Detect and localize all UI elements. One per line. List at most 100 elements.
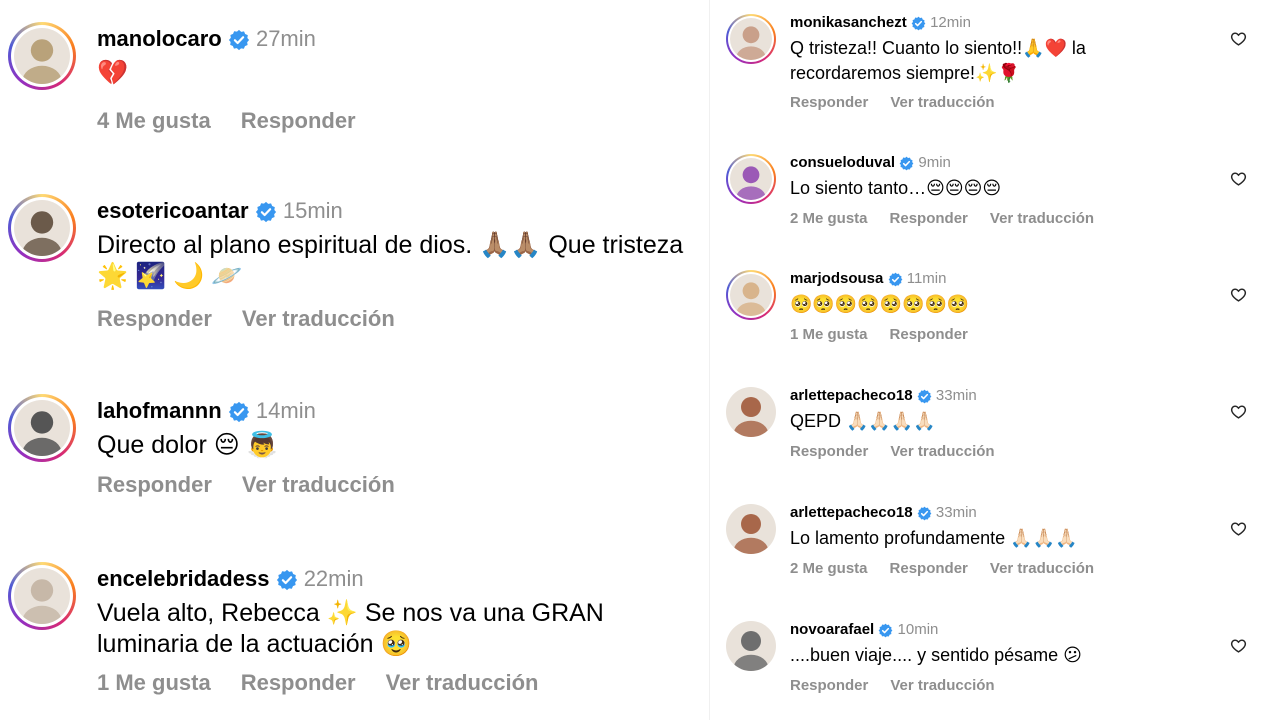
comment-timestamp: 33min (935, 504, 977, 521)
comment-actions: Responder Ver traducción (790, 94, 1017, 111)
reply-button[interactable]: Responder (790, 677, 868, 694)
like-heart-icon[interactable] (1230, 170, 1247, 192)
avatar[interactable] (8, 22, 76, 90)
reply-button[interactable]: Responder (890, 210, 968, 227)
comment-item: encelebridadess 22min Vuela alto, Rebecca… (0, 540, 720, 710)
verified-badge-icon (911, 16, 926, 31)
like-heart-icon[interactable] (1230, 520, 1247, 542)
avatar-image (14, 28, 70, 84)
comment-text: Que dolor 😔 👼 (97, 431, 278, 459)
avatar[interactable] (8, 562, 76, 630)
column-divider (709, 0, 710, 720)
comment-header: novoarafael 10min (790, 621, 938, 638)
avatar[interactable] (8, 394, 76, 462)
verified-badge-icon (276, 569, 298, 591)
see-translation-button[interactable]: Ver traducción (990, 560, 1094, 577)
avatar[interactable] (726, 270, 776, 320)
username-link[interactable]: encelebridadess (97, 566, 269, 591)
username-link[interactable]: monikasanchezt (790, 14, 907, 31)
see-translation-button[interactable]: Ver traducción (990, 210, 1094, 227)
avatar[interactable] (726, 387, 776, 437)
username-link[interactable]: arlettepacheco18 (790, 387, 913, 404)
comment-text: Vuela alto, Rebecca ✨ Se nos va una GRAN… (97, 599, 604, 658)
likes-count-link[interactable]: 1 Me gusta (790, 326, 868, 343)
comment-header: esotericoantar 15min (97, 198, 343, 224)
comment-item: monikasanchezt 12min Q tristeza!! Cuanto … (720, 0, 1280, 116)
verified-badge-icon (888, 272, 903, 287)
reply-button[interactable]: Responder (790, 443, 868, 460)
verified-badge-icon (255, 201, 277, 223)
comment-item: arlettepacheco18 33min Lo lamento profund… (720, 490, 1280, 606)
avatar-image (730, 158, 772, 200)
comment-header: monikasanchezt 12min (790, 14, 971, 31)
username-link[interactable]: marjodsousa (790, 270, 883, 287)
reply-button[interactable]: Responder (97, 306, 212, 331)
comment-header: consueloduval 9min (790, 154, 951, 171)
likes-count-link[interactable]: 2 Me gusta (790, 210, 868, 227)
comment-timestamp: 12min (930, 14, 971, 31)
verified-badge-icon (228, 401, 250, 423)
avatar-image (726, 504, 776, 554)
comment-actions: 1 Me gusta Responder Ver traducción (97, 670, 568, 696)
likes-count-link[interactable]: 1 Me gusta (97, 670, 211, 695)
username-link[interactable]: novoarafael (790, 621, 874, 638)
avatar-image (730, 18, 772, 60)
reply-button[interactable]: Responder (241, 108, 356, 133)
reply-button[interactable]: Responder (890, 326, 968, 343)
see-translation-button[interactable]: Ver traducción (890, 94, 994, 111)
reply-button[interactable]: Responder (97, 472, 212, 497)
comment-timestamp: 15min (282, 198, 343, 223)
comment-timestamp: 11min (906, 270, 947, 287)
avatar[interactable] (726, 504, 776, 554)
comment-text: Lo siento tanto…😔😔😔😔 (790, 178, 1002, 198)
see-translation-button[interactable]: Ver traducción (890, 677, 994, 694)
avatar[interactable] (726, 154, 776, 204)
like-heart-icon[interactable] (1230, 637, 1247, 659)
comment-actions: Responder Ver traducción (97, 472, 425, 498)
comment-text: Lo lamento profundamente 🙏🏻🙏🏻🙏🏻 (790, 528, 1078, 548)
username-link[interactable]: arlettepacheco18 (790, 504, 913, 521)
username-link[interactable]: lahofmannn (97, 398, 222, 423)
comment-item: manolocaro 27min 💔 4 Me gusta Responder (0, 0, 720, 170)
reply-button[interactable]: Responder (790, 94, 868, 111)
see-translation-button[interactable]: Ver traducción (890, 443, 994, 460)
see-translation-button[interactable]: Ver traducción (386, 670, 539, 695)
verified-badge-icon (899, 156, 914, 171)
avatar-image (730, 274, 772, 316)
avatar[interactable] (726, 14, 776, 64)
comment-actions: Responder Ver traducción (790, 677, 1017, 694)
comment-actions: 2 Me gusta Responder Ver traducción (790, 210, 1116, 227)
left-comment-column: manolocaro 27min 💔 4 Me gusta Responder esot… (0, 0, 720, 720)
username-link[interactable]: manolocaro (97, 26, 222, 51)
comment-actions: Responder Ver traducción (97, 306, 425, 332)
comment-text: Q tristeza!! Cuanto lo siento!!🙏❤️ la re… (790, 38, 1086, 83)
likes-count-link[interactable]: 4 Me gusta (97, 108, 211, 133)
comment-item: consueloduval 9min Lo siento tanto…😔😔😔😔 2 … (720, 140, 1280, 256)
see-translation-button[interactable]: Ver traducción (242, 306, 395, 331)
comment-header: arlettepacheco18 33min (790, 504, 977, 521)
comment-timestamp: 10min (897, 621, 939, 638)
comment-timestamp: 33min (935, 387, 977, 404)
avatar[interactable] (726, 621, 776, 671)
comment-actions: 2 Me gusta Responder Ver traducción (790, 560, 1116, 577)
comment-actions: 1 Me gusta Responder (790, 326, 990, 343)
comment-text: QEPD 🙏🏻🙏🏻🙏🏻🙏🏻 (790, 411, 936, 431)
username-link[interactable]: esotericoantar (97, 198, 249, 223)
reply-button[interactable]: Responder (241, 670, 356, 695)
comment-header: arlettepacheco18 33min (790, 387, 977, 404)
avatar-image (14, 400, 70, 456)
comment-text: Directo al plano espiritual de dios. 🙏🏽🙏… (97, 231, 684, 290)
comment-actions: 4 Me gusta Responder (97, 108, 386, 134)
reply-button[interactable]: Responder (890, 560, 968, 577)
see-translation-button[interactable]: Ver traducción (242, 472, 395, 497)
like-heart-icon[interactable] (1230, 30, 1247, 52)
likes-count-link[interactable]: 2 Me gusta (790, 560, 868, 577)
like-heart-icon[interactable] (1230, 403, 1247, 425)
comment-header: manolocaro 27min (97, 26, 316, 52)
avatar[interactable] (8, 194, 76, 262)
verified-badge-icon (917, 506, 932, 521)
right-comment-column: monikasanchezt 12min Q tristeza!! Cuanto … (720, 0, 1280, 720)
username-link[interactable]: consueloduval (790, 154, 895, 171)
comment-timestamp: 9min (918, 154, 951, 171)
like-heart-icon[interactable] (1230, 286, 1247, 308)
